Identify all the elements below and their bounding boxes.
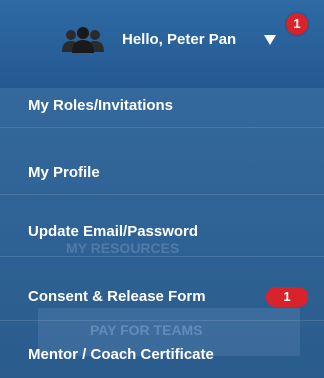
menu-divider <box>0 256 324 257</box>
notification-badge[interactable]: 1 <box>286 13 308 35</box>
user-header[interactable]: Hello, Peter Pan 1 <box>0 0 324 88</box>
menu-item-label: Consent & Release Form <box>28 288 206 305</box>
menu-item-my-profile[interactable]: My Profile <box>0 153 324 193</box>
menu-item-label: Mentor / Coach Certificate <box>28 346 214 363</box>
consent-form-badge: 1 <box>266 287 308 307</box>
menu-divider <box>0 127 324 128</box>
menu-item-label: My Profile <box>28 164 100 181</box>
menu-item-roles-invitations[interactable]: My Roles/Invitations <box>0 86 324 126</box>
menu-item-label: My Roles/Invitations <box>28 97 174 114</box>
caret-down-icon[interactable] <box>264 35 276 45</box>
menu-item-mentor-coach-certificate[interactable]: Mentor / Coach Certificate <box>0 335 324 375</box>
menu-divider <box>0 320 324 321</box>
menu-item-label: Update Email/Password <box>28 223 199 240</box>
users-icon <box>62 27 104 53</box>
menu-item-update-email-password[interactable]: Update Email/Password <box>0 212 324 252</box>
user-greeting[interactable]: Hello, Peter Pan <box>122 31 236 48</box>
menu-divider <box>0 194 324 195</box>
